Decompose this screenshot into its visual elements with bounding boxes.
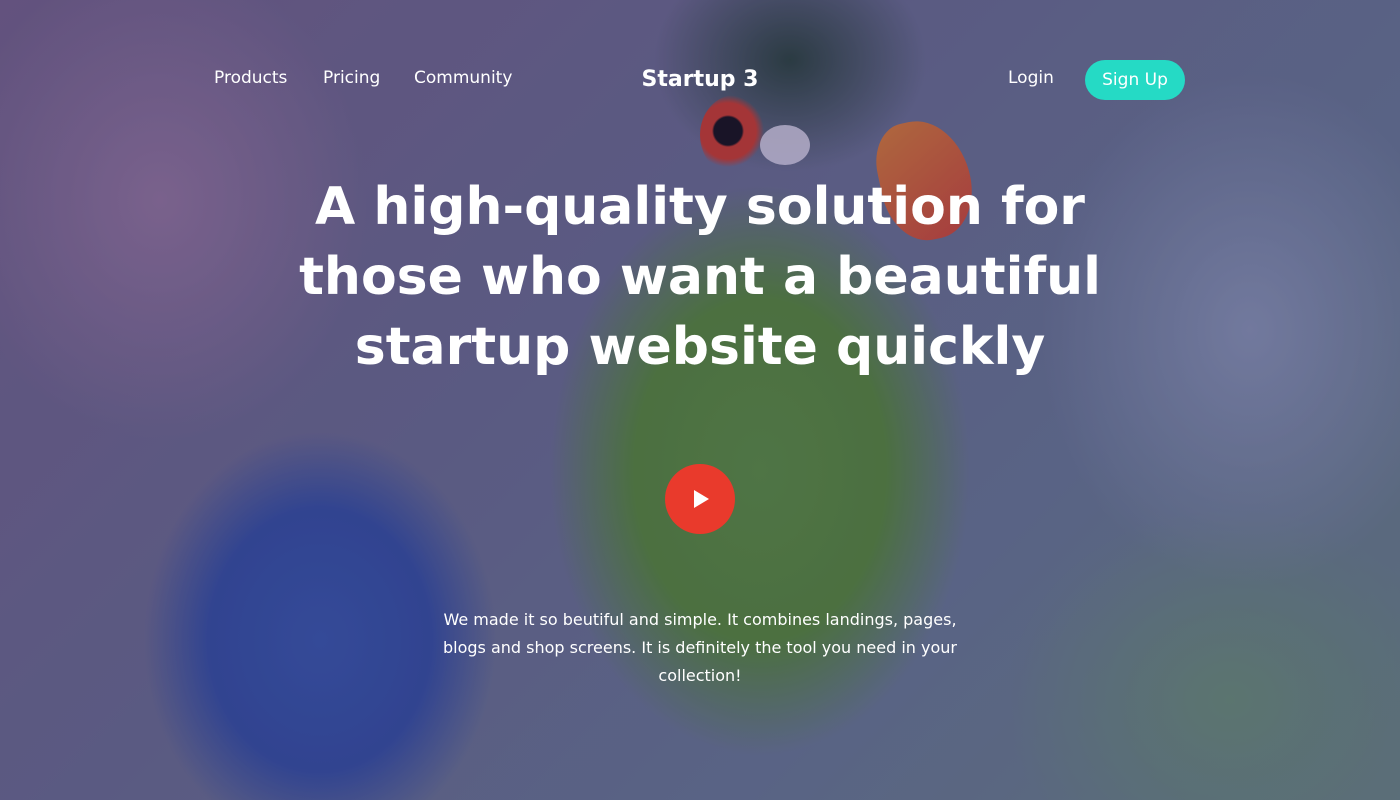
hero-description: We made it so beutiful and simple. It co… [442, 610, 957, 685]
sign-up-button[interactable]: Sign Up [1085, 60, 1185, 100]
play-icon [694, 490, 709, 508]
hero-headline: A high-quality solution for those who wa… [299, 177, 1101, 377]
top-navigation: Products Pricing Community Startup 3 Log… [0, 0, 1400, 160]
play-video-button[interactable] [665, 464, 735, 534]
login-link[interactable]: Login [1008, 68, 1054, 88]
brand-logo[interactable]: Startup 3 [0, 67, 1400, 92]
hero-section: Products Pricing Community Startup 3 Log… [0, 0, 1400, 800]
